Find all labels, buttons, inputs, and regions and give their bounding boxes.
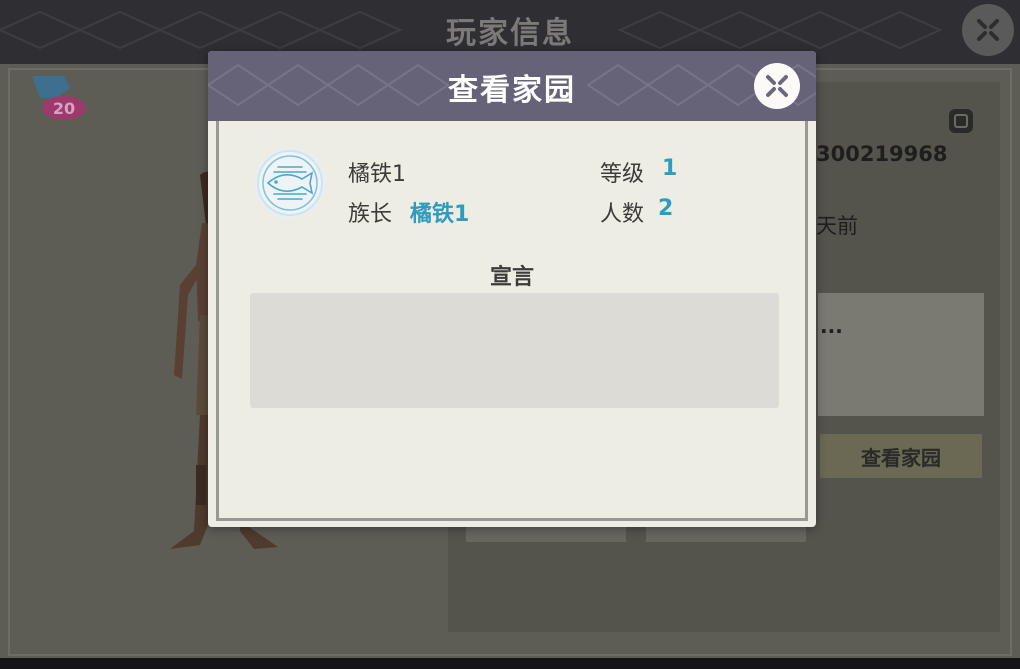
home-emblem <box>254 147 326 219</box>
copy-icon[interactable] <box>946 106 976 136</box>
dialog-title: 查看家园 <box>448 73 576 108</box>
player-signature-text: ... <box>820 314 843 338</box>
leader-name[interactable]: 橘铁1 <box>410 196 469 228</box>
player-info-title: 玩家信息 <box>446 16 574 51</box>
player-info-close-button[interactable] <box>962 4 1014 56</box>
last-online-text: 天前 <box>816 214 858 238</box>
bottom-strip <box>0 658 1020 669</box>
declaration-title: 宣言 <box>489 265 534 290</box>
game-screen: 玩家信息 20 300219968 天前 ... 查看家园 查看家园 橘铁1 族… <box>0 0 1020 669</box>
player-level-badge: 20 <box>32 76 86 120</box>
dialog-close-button[interactable] <box>754 63 800 109</box>
player-signature-box <box>818 293 984 416</box>
leader-label: 族长 <box>348 202 393 227</box>
members-label: 人数 <box>600 202 645 227</box>
level-label: 等级 <box>600 162 645 187</box>
player-id-text: 300219968 <box>816 142 948 166</box>
home-name: 橘铁1 <box>348 162 406 187</box>
player-level-text: 20 <box>53 99 75 118</box>
members-value: 2 <box>658 196 674 221</box>
declaration-box <box>250 293 779 408</box>
view-home-dialog: 查看家园 橘铁1 族长 橘铁1 等级 1 人数 2 宣言 <box>208 51 816 527</box>
close-x-icon <box>766 75 788 97</box>
view-home-button[interactable]: 查看家园 <box>820 434 982 478</box>
fish-emblem-icon <box>257 150 323 216</box>
level-value: 1 <box>662 156 678 181</box>
dialog-header: 查看家园 <box>208 51 816 121</box>
close-x-icon <box>977 19 999 41</box>
